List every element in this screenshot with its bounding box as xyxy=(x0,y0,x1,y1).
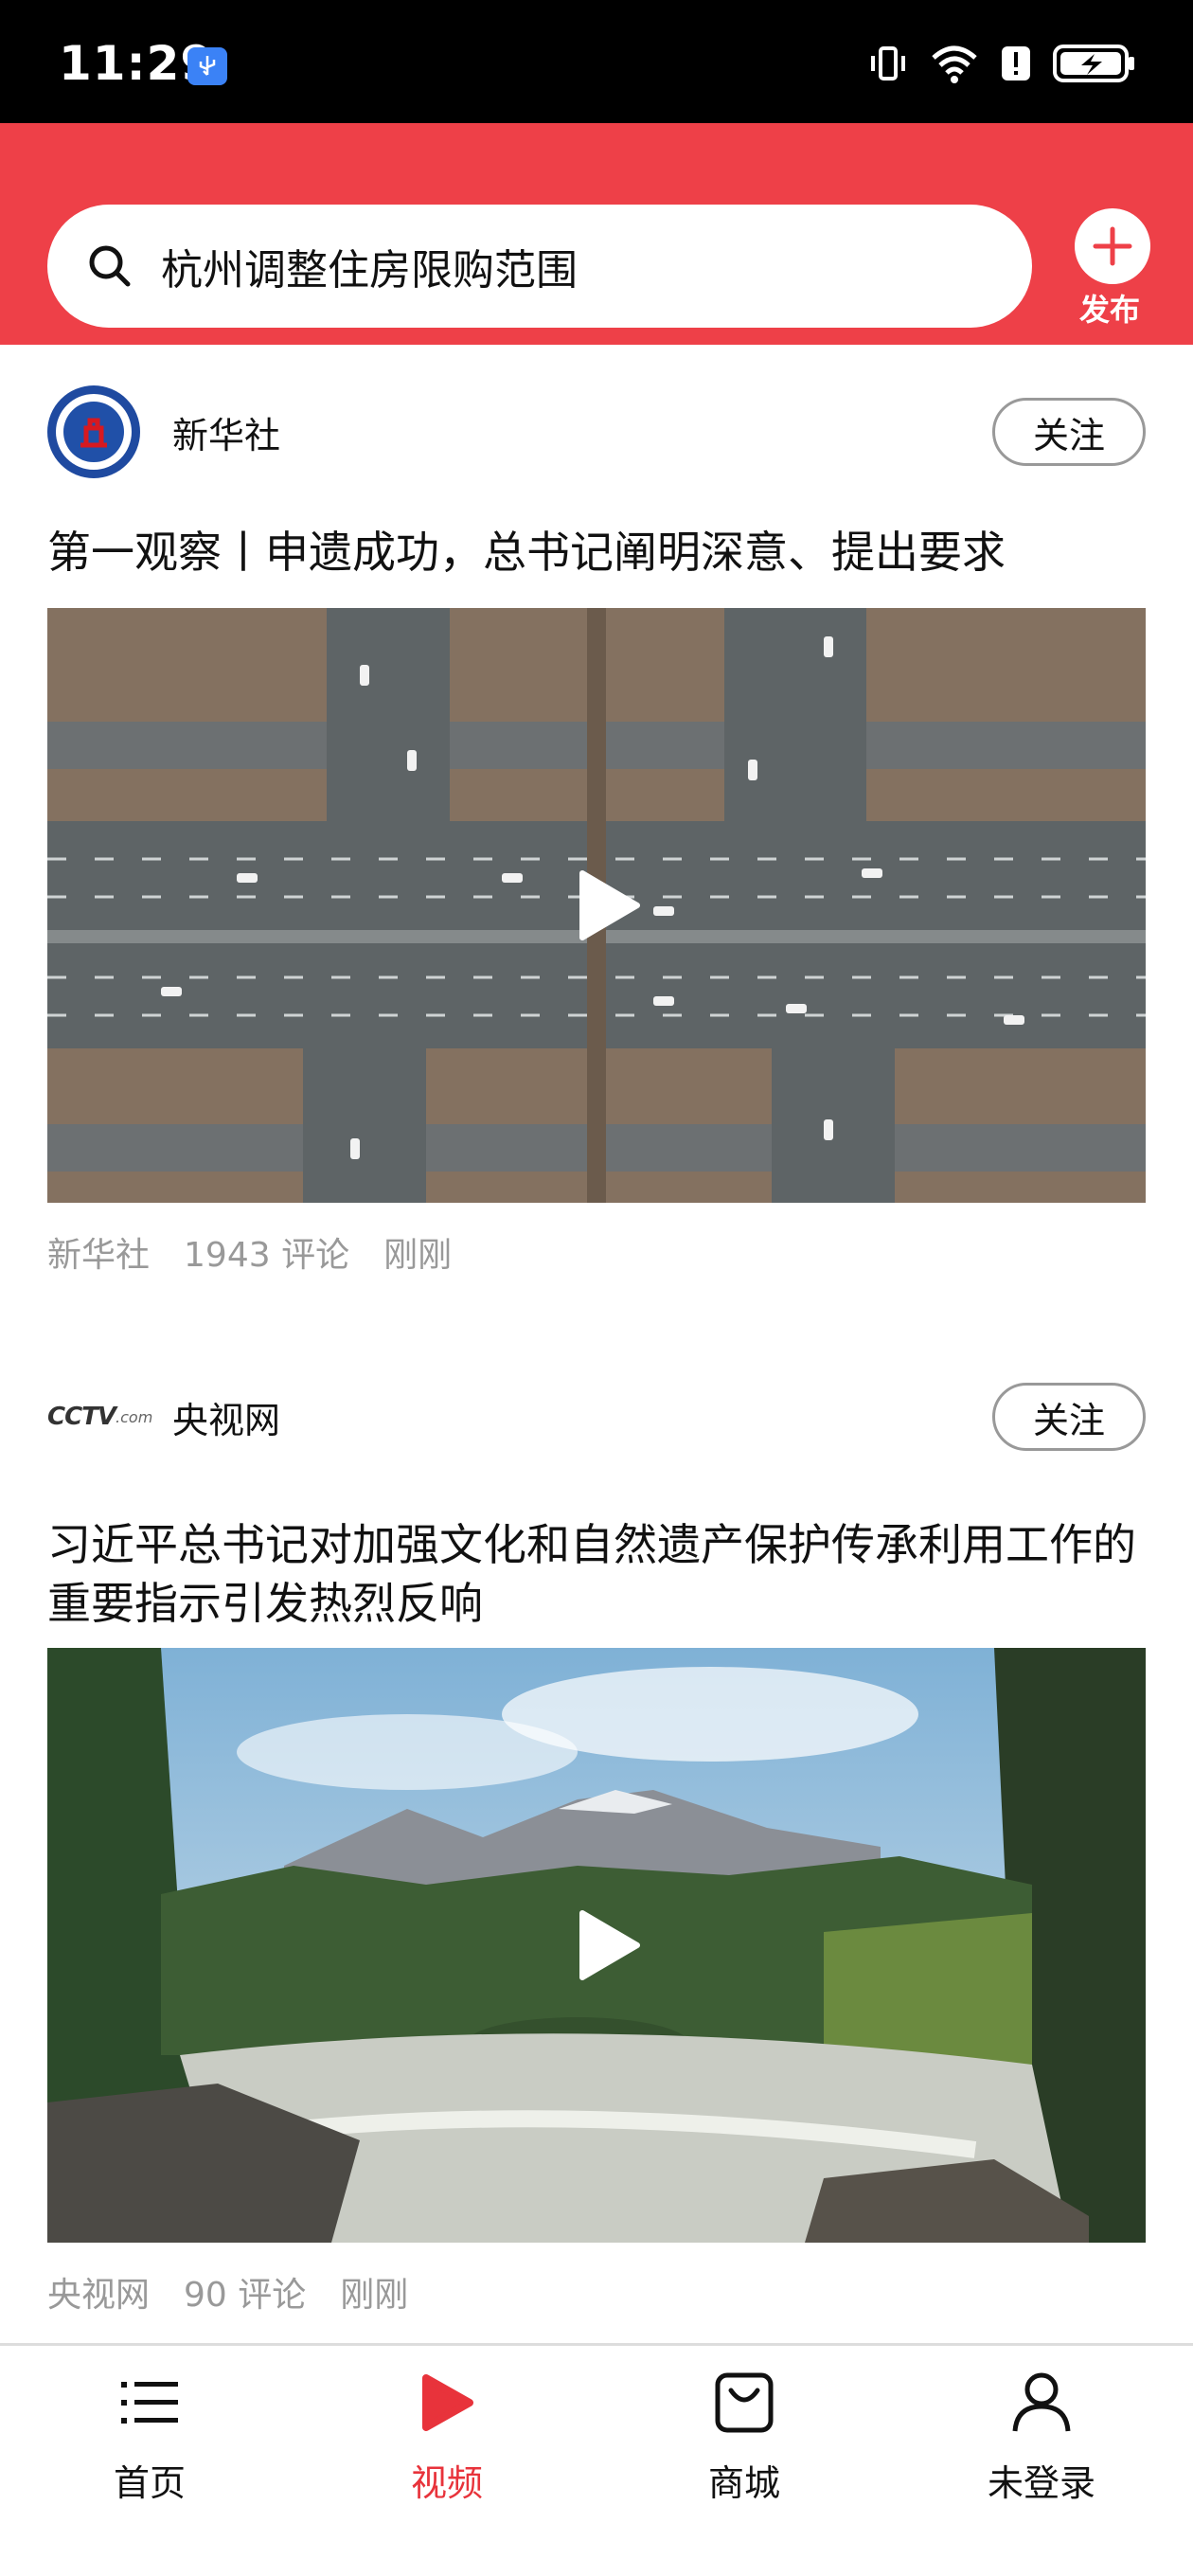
play-icon[interactable] xyxy=(577,869,643,941)
video-thumbnail[interactable] xyxy=(47,1648,1146,2243)
publish-button[interactable] xyxy=(1075,208,1150,284)
list-icon xyxy=(112,2365,187,2441)
source-row: 新华社 关注 xyxy=(47,385,1146,478)
feed-card[interactable]: 新华社 关注 第一观察丨申遗成功，总书记阐明深意、提出要求 新华社 1943 评… xyxy=(0,345,1193,1292)
xinhua-logo xyxy=(47,385,140,478)
nav-item-login[interactable]: 未登录 xyxy=(947,2365,1136,2506)
bottom-navigation: 首页 视频 商城 未登录 xyxy=(0,2343,1193,2576)
article-title[interactable]: 第一观察丨申遗成功，总书记阐明深意、提出要求 xyxy=(47,523,1146,581)
shopping-bag-icon xyxy=(706,2365,782,2441)
usb-icon xyxy=(187,47,227,85)
source-name[interactable]: 新华社 xyxy=(172,406,280,458)
nav-label: 首页 xyxy=(113,2462,186,2504)
status-bar: 11:29 xyxy=(0,0,1193,123)
play-icon[interactable] xyxy=(577,1909,643,1981)
plus-icon xyxy=(1093,226,1132,266)
meta-comments[interactable]: 1943 评论 xyxy=(184,1227,349,1277)
search-input[interactable]: 杭州调整住房限购范围 xyxy=(47,205,1032,328)
search-icon xyxy=(89,245,131,287)
nav-label: 视频 xyxy=(410,2462,483,2504)
meta-source: 新华社 xyxy=(47,1236,151,1275)
nav-item-home[interactable]: 首页 xyxy=(55,2365,244,2506)
video-play-icon xyxy=(409,2365,485,2441)
alert-icon xyxy=(1002,46,1030,80)
vibrate-icon xyxy=(871,46,905,80)
source-name[interactable]: 央视网 xyxy=(172,1391,280,1443)
meta-source: 央视网 xyxy=(47,2276,151,2315)
follow-button[interactable]: 关注 xyxy=(992,1383,1146,1451)
wifi-icon xyxy=(932,45,977,83)
user-icon xyxy=(1004,2365,1079,2441)
search-query-text: 杭州调整住房限购范围 xyxy=(161,246,578,295)
nav-item-video[interactable]: 视频 xyxy=(352,2365,542,2506)
publish-label[interactable]: 发布 xyxy=(1079,286,1140,330)
header: 杭州调整住房限购范围 发布 xyxy=(0,123,1193,345)
follow-button[interactable]: 关注 xyxy=(992,398,1146,466)
battery-icon xyxy=(1053,45,1134,82)
nav-item-mall[interactable]: 商城 xyxy=(650,2365,839,2506)
meta-time: 刚刚 xyxy=(383,1236,453,1275)
video-thumbnail[interactable] xyxy=(47,608,1146,1203)
article-meta: 新华社 1943 评论 刚刚 xyxy=(47,1227,452,1277)
meta-comments[interactable]: 90 评论 xyxy=(184,2267,306,2317)
article-meta: 央视网 90 评论 刚刚 xyxy=(47,2267,408,2317)
status-icons xyxy=(867,43,1136,84)
nav-label: 未登录 xyxy=(987,2462,1095,2504)
source-row: CCTV .com 央视网 关注 xyxy=(47,1371,1146,1462)
cctv-logo: CCTV .com xyxy=(47,1403,153,1431)
article-title[interactable]: 习近平总书记对加强文化和自然遗产保护传承利用工作的重要指示引发热烈反响 xyxy=(47,1515,1146,1633)
nav-label: 商城 xyxy=(707,2462,780,2504)
meta-time: 刚刚 xyxy=(340,2276,409,2315)
feed-card[interactable]: CCTV .com 央视网 关注 习近平总书记对加强文化和自然遗产保护传承利用工作… xyxy=(0,1330,1193,2343)
